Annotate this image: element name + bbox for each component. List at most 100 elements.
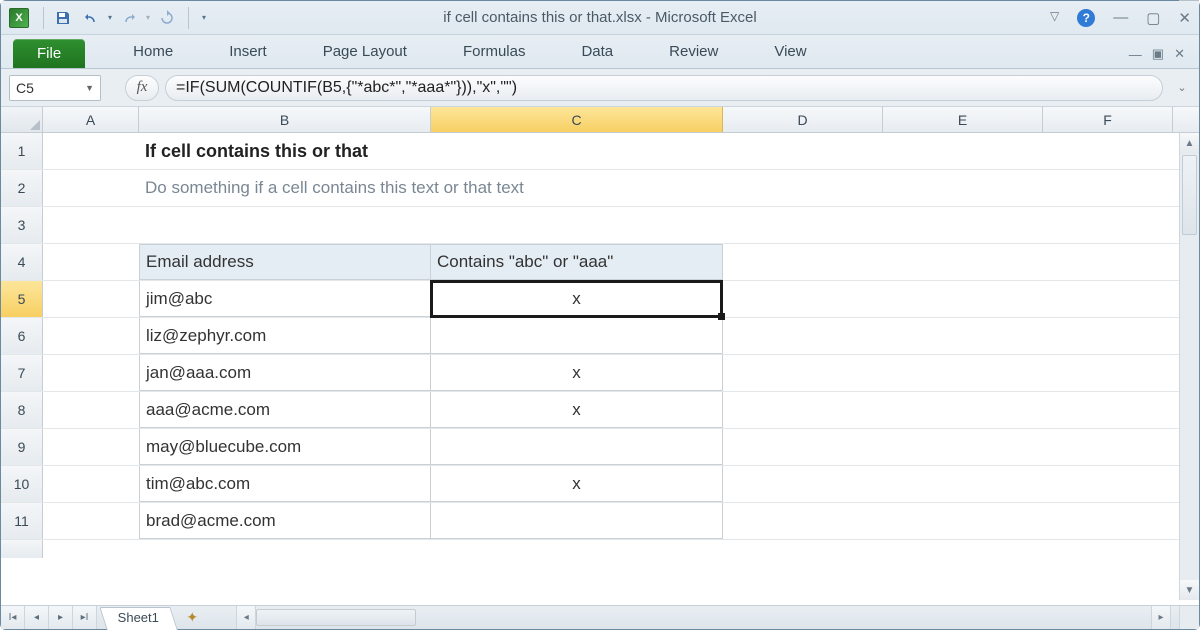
cell-C10[interactable]: x (431, 466, 723, 502)
cell-B8[interactable]: aaa@acme.com (139, 392, 431, 428)
cell-E3[interactable] (883, 207, 1043, 243)
minimize-button[interactable]: — (1113, 9, 1128, 27)
cell-A12[interactable] (43, 540, 139, 558)
undo-dropdown[interactable]: ▾ (106, 13, 114, 22)
vertical-scroll-track[interactable] (1180, 153, 1199, 580)
row-header-4[interactable]: 4 (1, 244, 43, 280)
cell-C3[interactable] (431, 207, 723, 243)
new-sheet-button[interactable]: ✦ (178, 606, 206, 629)
row-header-10[interactable]: 10 (1, 466, 43, 502)
cell-A10[interactable] (43, 466, 139, 502)
worksheet-grid[interactable]: 1 If cell contains this or that 2 Do som… (1, 133, 1199, 600)
cell-D9[interactable] (723, 429, 883, 465)
redo-button[interactable] (116, 6, 142, 30)
cell-F5[interactable] (1043, 281, 1173, 317)
row-header-5[interactable]: 5 (1, 281, 43, 317)
select-all-button[interactable] (1, 107, 43, 132)
row-header-3[interactable]: 3 (1, 207, 43, 243)
tab-home[interactable]: Home (117, 37, 189, 68)
cell-F6[interactable] (1043, 318, 1173, 354)
cell-F3[interactable] (1043, 207, 1173, 243)
sheet-nav-first-button[interactable]: I◂ (1, 606, 25, 629)
help-button[interactable]: ? (1077, 9, 1095, 27)
row-header-6[interactable]: 6 (1, 318, 43, 354)
row-header-2[interactable]: 2 (1, 170, 43, 206)
cell-A6[interactable] (43, 318, 139, 354)
cell-F10[interactable] (1043, 466, 1173, 502)
cell-A2[interactable] (43, 170, 139, 206)
cell-D3[interactable] (723, 207, 883, 243)
sheet-nav-last-button[interactable]: ▸I (73, 606, 97, 629)
cell-A3[interactable] (43, 207, 139, 243)
row-header-7[interactable]: 7 (1, 355, 43, 391)
tab-data[interactable]: Data (565, 37, 629, 68)
sheet-tab-sheet1[interactable]: Sheet1 (99, 607, 178, 630)
sheet-nav-prev-button[interactable]: ◂ (25, 606, 49, 629)
cell-A5[interactable] (43, 281, 139, 317)
cell-A1[interactable] (43, 133, 139, 169)
horizontal-scrollbar[interactable]: ◂ ▸ (236, 606, 1179, 629)
column-header-B[interactable]: B (139, 107, 431, 132)
undo-button[interactable] (78, 6, 104, 30)
cell-D1[interactable] (723, 133, 883, 169)
cell-F11[interactable] (1043, 503, 1173, 539)
cell-B1[interactable]: If cell contains this or that (139, 133, 431, 169)
workbook-restore-button[interactable]: ▣ (1152, 46, 1164, 62)
cell-E10[interactable] (883, 466, 1043, 502)
help-chevron-icon[interactable]: ▽ (1050, 9, 1059, 27)
cell-C1[interactable] (431, 133, 723, 169)
row-header-8[interactable]: 8 (1, 392, 43, 428)
cell-C11[interactable] (431, 503, 723, 539)
cell-C8[interactable]: x (431, 392, 723, 428)
formula-input[interactable]: =IF(SUM(COUNTIF(B5,{"*abc*","*aaa*"})),"… (165, 75, 1163, 101)
workbook-minimize-button[interactable]: — (1129, 47, 1142, 62)
name-box-dropdown-icon[interactable]: ▼ (85, 83, 94, 93)
cell-B4[interactable]: Email address (139, 244, 431, 280)
cell-F4[interactable] (1043, 244, 1173, 280)
formula-bar-expand-button[interactable]: ⌄ (1173, 81, 1191, 94)
workbook-close-button[interactable]: ✕ (1174, 46, 1185, 62)
vertical-split-handle[interactable] (1179, 0, 1199, 1)
scroll-left-button[interactable]: ◂ (236, 606, 256, 629)
vertical-scrollbar[interactable]: ▲ ▼ (1179, 133, 1199, 600)
row-header-9[interactable]: 9 (1, 429, 43, 465)
row-header-11[interactable]: 11 (1, 503, 43, 539)
tab-formulas[interactable]: Formulas (447, 37, 542, 68)
cell-F7[interactable] (1043, 355, 1173, 391)
cell-A11[interactable] (43, 503, 139, 539)
vertical-scroll-thumb[interactable] (1182, 155, 1197, 235)
cell-E9[interactable] (883, 429, 1043, 465)
cell-B5[interactable]: jim@abc (139, 281, 431, 317)
cell-C9[interactable] (431, 429, 723, 465)
scroll-down-button[interactable]: ▼ (1180, 580, 1199, 600)
column-header-F[interactable]: F (1043, 107, 1173, 132)
cell-C4[interactable]: Contains "abc" or "aaa" (431, 244, 723, 280)
cell-B7[interactable]: jan@aaa.com (139, 355, 431, 391)
row-header-12[interactable] (1, 540, 43, 558)
sheet-nav-next-button[interactable]: ▸ (49, 606, 73, 629)
cell-B3[interactable] (139, 207, 431, 243)
cell-E5[interactable] (883, 281, 1043, 317)
cell-A4[interactable] (43, 244, 139, 280)
tab-view[interactable]: View (758, 37, 822, 68)
cell-D8[interactable] (723, 392, 883, 428)
tab-page-layout[interactable]: Page Layout (307, 37, 423, 68)
cell-D11[interactable] (723, 503, 883, 539)
cell-D7[interactable] (723, 355, 883, 391)
cell-C5[interactable]: x (431, 281, 723, 317)
cell-E7[interactable] (883, 355, 1043, 391)
scroll-right-button[interactable]: ▸ (1151, 606, 1171, 629)
cell-A8[interactable] (43, 392, 139, 428)
cell-E1[interactable] (883, 133, 1043, 169)
column-header-C[interactable]: C (431, 107, 723, 132)
cell-B9[interactable]: may@bluecube.com (139, 429, 431, 465)
cell-D4[interactable] (723, 244, 883, 280)
cell-B6[interactable]: liz@zephyr.com (139, 318, 431, 354)
cell-A7[interactable] (43, 355, 139, 391)
qat-customize-dropdown[interactable]: ▾ (197, 13, 211, 22)
cell-F9[interactable] (1043, 429, 1173, 465)
repeat-button[interactable] (154, 6, 180, 30)
cell-B2[interactable]: Do something if a cell contains this tex… (139, 170, 1015, 206)
cell-B10[interactable]: tim@abc.com (139, 466, 431, 502)
save-button[interactable] (50, 6, 76, 30)
